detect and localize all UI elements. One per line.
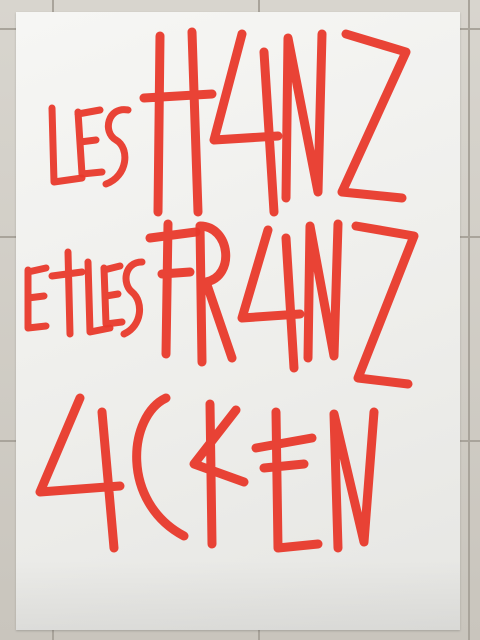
floor-grout-line [468, 0, 470, 640]
letter-e [100, 262, 126, 328]
letter-n [281, 29, 327, 203]
word-les-1 [48, 104, 132, 188]
letter-e [251, 407, 323, 553]
letter-a [237, 225, 305, 373]
letter-t [48, 248, 86, 338]
letter-r [195, 221, 237, 367]
paper-poster: LES HANZ ET LES FRANZ ACKEN [16, 12, 460, 630]
letter-s [102, 106, 132, 188]
handwritten-lettering [24, 27, 419, 553]
word-acken [35, 393, 379, 553]
letter-n [329, 407, 379, 553]
letter-z [351, 221, 419, 389]
letter-a [35, 393, 125, 553]
letter-c [132, 393, 189, 541]
letter-h [139, 27, 217, 217]
letter-n [303, 219, 343, 363]
letter-z [337, 29, 411, 203]
letter-k [189, 399, 249, 549]
photo-scene: LES HANZ ET LES FRANZ ACKEN [0, 0, 480, 640]
letter-e [74, 106, 106, 178]
letter-a [209, 29, 283, 217]
letter-f [145, 219, 201, 359]
word-et-les [24, 248, 146, 338]
word-hanz [139, 27, 411, 217]
word-franz [145, 219, 419, 389]
letter-s [120, 258, 146, 338]
letter-e [24, 264, 50, 332]
